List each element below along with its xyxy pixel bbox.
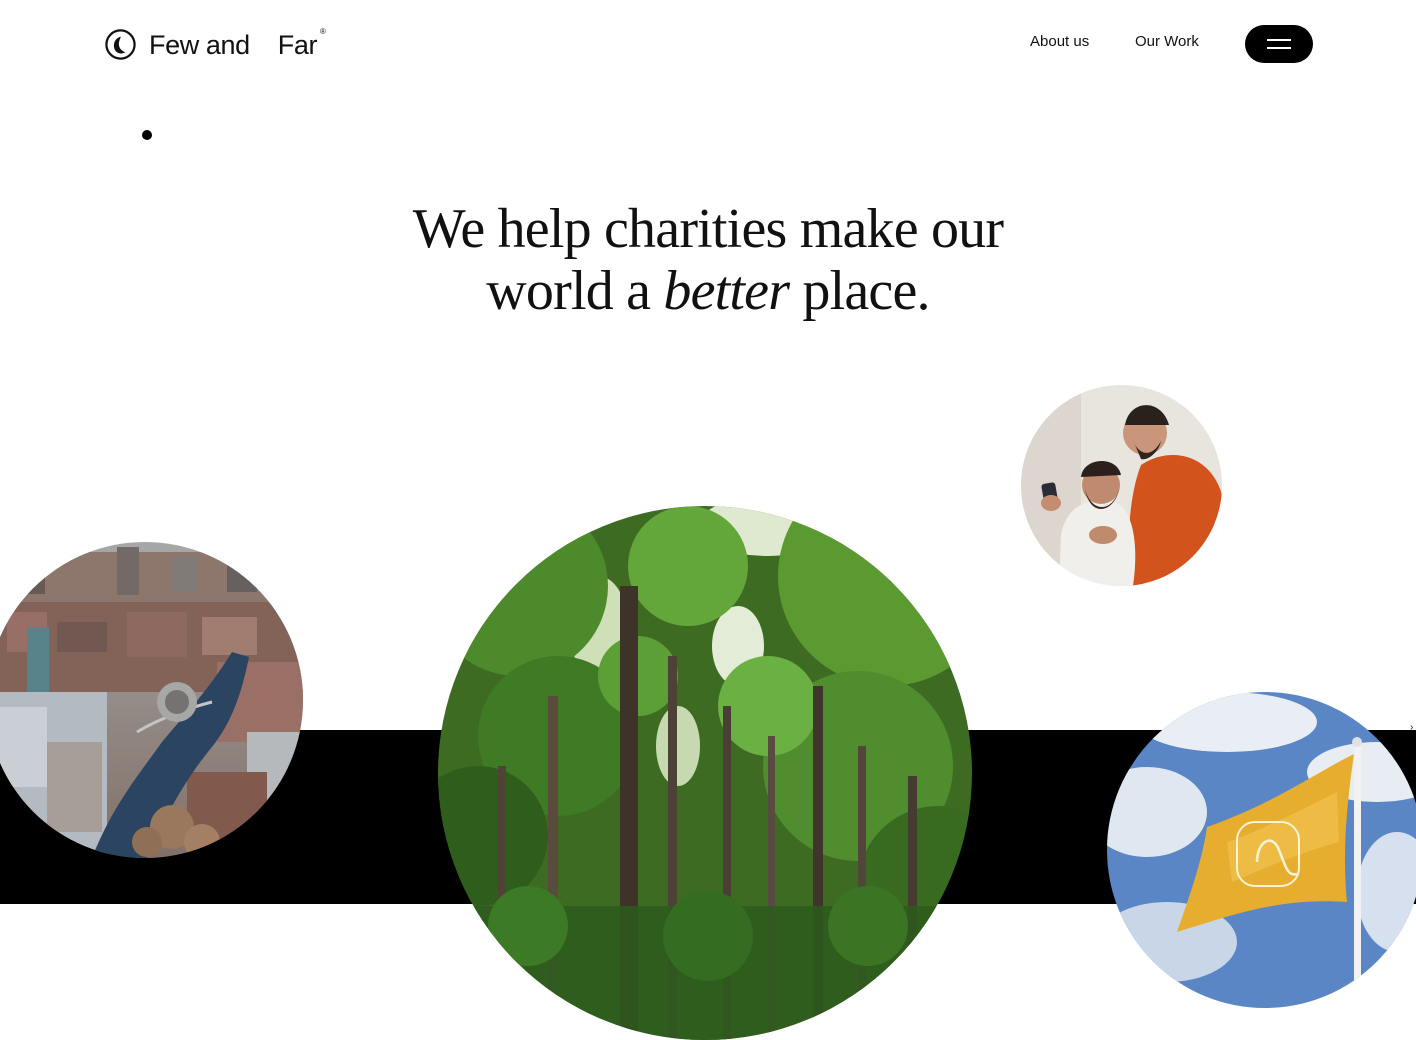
brand-name-first: Few and [149,29,250,60]
brand-logo[interactable]: Few and Far [104,27,317,61]
hero-line-2-prefix: world a [486,260,664,322]
hero-line-2: world a better place. [300,260,1116,322]
menu-button[interactable] [1245,25,1313,63]
brand-name-second: Far [277,29,318,60]
cursor-dot [142,130,152,140]
nav-about-us[interactable]: About us [1030,32,1089,52]
leaf-circle-logo-icon [105,28,136,60]
hero-emphasis: better [663,260,790,322]
forest-trees-photo [438,506,972,1040]
registered-mark: ® [320,27,326,36]
nav-our-work[interactable]: Our Work [1135,32,1199,52]
edge-chevron-icon: › [1410,722,1414,733]
yellow-flag-sky-photo [1107,692,1416,1008]
aerial-city-canal-photo [0,542,303,858]
two-men-looking-at-phone-photo [1021,385,1222,586]
hero-line-2-suffix: place. [789,260,930,322]
hero-heading: We help charities make our world a bette… [300,198,1116,322]
hero-line-1: We help charities make our [412,198,1004,260]
